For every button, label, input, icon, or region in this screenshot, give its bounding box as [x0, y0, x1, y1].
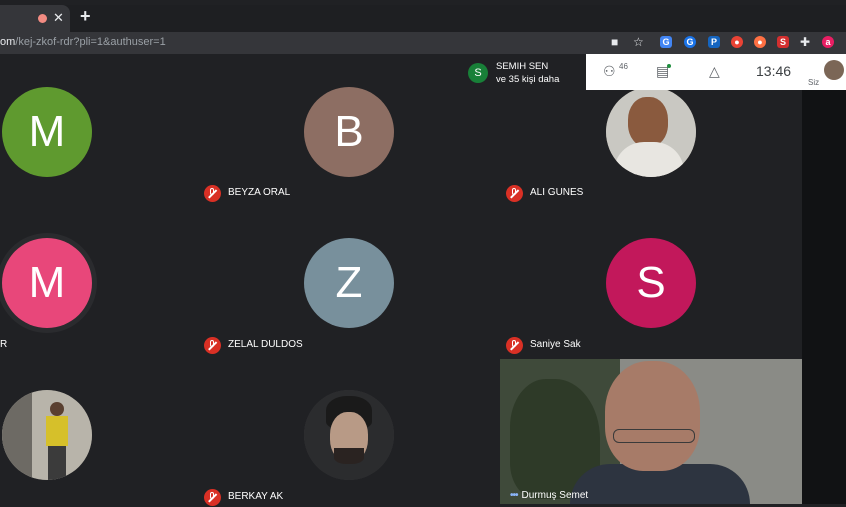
active-speaker-video[interactable]: ••• Durmuş Semet [500, 359, 802, 504]
address-bar[interactable]: om/kej-zkof-rdr?pli=1&authuser=1 [0, 32, 600, 52]
recording-indicator-icon [38, 14, 47, 23]
presenter-chip[interactable]: S SEMIH SEN ve 35 kişi daha [462, 54, 586, 90]
participant-avatar: B [304, 87, 394, 177]
muted-mic-icon [204, 336, 221, 354]
tab-meet[interactable]: ✕ [0, 5, 70, 32]
participant-avatar: M [2, 87, 92, 177]
meeting-clock: 13:46 [756, 63, 792, 79]
camera-permission-icon[interactable]: ■ [611, 35, 618, 49]
muted-mic-icon [506, 184, 523, 202]
participant-photo [2, 390, 92, 480]
people-icon[interactable]: ⚇ [603, 63, 616, 80]
grammar-extension-icon[interactable]: G [684, 36, 696, 48]
activities-icon[interactable]: △ [709, 63, 720, 80]
participant-avatar: M [2, 238, 92, 328]
new-tab-button[interactable]: + [80, 6, 91, 27]
video-person-head [605, 361, 700, 471]
url-path: /kej-zkof-rdr?pli=1&authuser=1 [15, 36, 166, 48]
participant-avatar: Z [304, 238, 394, 328]
meeting-info-bar: ⚇ 46 ▤ △ 13:46 Siz [586, 54, 846, 90]
profile-avatar-icon[interactable]: a [822, 36, 834, 48]
participant-name-label: Saniye Sak [506, 336, 581, 354]
participant-name-label: BEYZA ORAL [204, 184, 290, 202]
presenter-name: SEMIH SEN [496, 61, 549, 72]
participant-name-label: ALI GUNES [506, 184, 583, 202]
pay-extension-icon[interactable]: P [708, 36, 720, 48]
presenter-others: ve 35 kişi daha [496, 74, 560, 85]
tab-close-icon[interactable]: ✕ [53, 10, 64, 26]
colorful-extension-icon[interactable]: ● [754, 36, 766, 48]
participant-photo [606, 87, 696, 177]
tab-bar [0, 5, 846, 32]
right-panel [802, 54, 846, 504]
participant-count: 46 [619, 62, 628, 71]
muted-mic-icon [204, 184, 221, 202]
save-extension-icon[interactable]: S [777, 36, 789, 48]
extensions-puzzle-icon[interactable]: ✚ [800, 35, 810, 49]
url-host: om [0, 36, 16, 48]
self-view-thumbnail[interactable] [824, 60, 844, 80]
adblock-extension-icon[interactable]: ● [731, 36, 743, 48]
participant-name-label: ZELAL DULDOS [204, 336, 303, 354]
speaking-indicator-icon: ••• [510, 490, 518, 501]
video-person-glasses [613, 429, 695, 443]
muted-mic-icon [506, 336, 523, 354]
video-name-label: ••• Durmuş Semet [510, 490, 589, 501]
participant-name-label: BERKAY AK [204, 488, 283, 506]
participant-name-label: R [0, 339, 8, 350]
translate-extension-icon[interactable]: G [660, 36, 672, 48]
chat-unread-dot [667, 64, 671, 68]
participant-avatar: S [606, 238, 696, 328]
bookmark-star-icon[interactable]: ☆ [633, 35, 644, 49]
presenter-avatar: S [468, 63, 488, 83]
participant-photo [304, 390, 394, 480]
muted-mic-icon [204, 488, 221, 506]
self-label: Siz [808, 78, 820, 87]
